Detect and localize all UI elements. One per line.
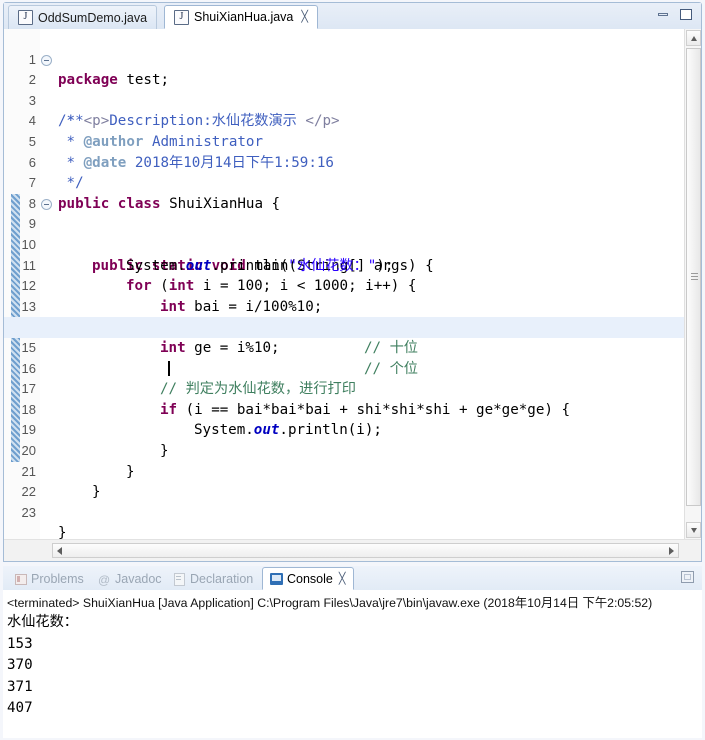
code-line[interactable]: 8 xyxy=(4,173,701,211)
code-lines[interactable]: 1 package test; 2 /** 3 * <p>Description… xyxy=(4,29,701,539)
console-panel: Problems @ Javadoc Declaration Console ╳… xyxy=(3,566,702,738)
code-line[interactable]: 6 */ xyxy=(4,132,701,192)
editor-tab-label: OddSumDemo.java xyxy=(38,10,148,25)
scroll-grip-icon xyxy=(691,273,698,281)
tab-label: Javadoc xyxy=(115,571,162,586)
javadoc-at-icon: @ xyxy=(98,572,111,587)
code-line[interactable]: 5 * @date 2018年10月14日下午1:59:16 xyxy=(4,111,701,171)
code-line[interactable]: 20 } xyxy=(4,420,701,480)
fold-collapse-icon[interactable] xyxy=(41,54,52,66)
tab-declaration[interactable]: Declaration xyxy=(166,567,260,590)
tab-javadoc[interactable]: @ Javadoc xyxy=(91,567,169,590)
editor-window: J OddSumDemo.java J ShuiXianHua.java ╳ 1 xyxy=(3,2,702,562)
java-file-icon: J xyxy=(174,9,189,25)
code-line[interactable]: 22 xyxy=(4,462,701,499)
editor-tab-shuixianhua[interactable]: J ShuiXianHua.java ╳ xyxy=(164,5,318,29)
editor-horizontal-scrollbar[interactable] xyxy=(4,539,701,561)
token-plain: } xyxy=(58,525,67,539)
code-line[interactable]: 16 // 判定为水仙花数，进行打印 xyxy=(4,338,701,398)
fold-collapse-icon[interactable] xyxy=(41,198,52,210)
horizontal-scroll-thumb[interactable] xyxy=(52,543,679,558)
code-line[interactable]: 4 * @author Administrator xyxy=(4,91,701,150)
code-line[interactable]: 21 } xyxy=(4,441,701,501)
line-text: } xyxy=(58,523,67,539)
code-line[interactable]: 2 /** xyxy=(4,50,701,129)
editor-tab-label: ShuiXianHua.java xyxy=(194,10,294,24)
close-icon[interactable]: ╳ xyxy=(301,11,308,23)
console-output-line: 水仙花数： xyxy=(7,614,78,630)
problems-icon xyxy=(14,573,27,585)
tab-label: Console xyxy=(287,571,333,586)
window-controls xyxy=(655,7,695,22)
close-icon[interactable]: ╳ xyxy=(339,572,346,585)
java-file-icon: J xyxy=(18,10,33,25)
code-line[interactable]: 14 int ge = i%10; // 个位 xyxy=(4,297,701,376)
code-line[interactable]: 10 System.out.println("水仙花数："); xyxy=(4,214,701,274)
code-line[interactable]: 18 System.out.println(i); xyxy=(4,379,701,439)
tab-label: Declaration xyxy=(190,571,254,586)
minimize-button[interactable] xyxy=(655,7,672,22)
code-line[interactable]: 23 } xyxy=(4,482,701,539)
console-tab-bar: Problems @ Javadoc Declaration Console ╳ xyxy=(3,566,702,591)
code-line[interactable]: 19 } xyxy=(4,400,701,459)
console-output-line: 407 xyxy=(7,700,33,716)
code-line[interactable]: 13 int shi = i/10%10; // 十位 xyxy=(4,276,701,356)
editor-tab-oddsumdemo[interactable]: J OddSumDemo.java xyxy=(8,5,158,29)
code-line[interactable]: 3 * <p>Description:水仙花数演示 </p> xyxy=(4,70,701,130)
code-line[interactable]: 7 public class ShuiXianHua { xyxy=(4,153,701,212)
scroll-up-button[interactable] xyxy=(686,30,701,46)
code-line[interactable]: 9 public static void main(String[] args)… xyxy=(4,194,701,274)
code-line-current[interactable]: 15 xyxy=(4,317,701,376)
console-output-line: 153 xyxy=(7,635,33,652)
scroll-down-button[interactable] xyxy=(686,522,701,538)
console-output-line: 371 xyxy=(7,678,33,695)
code-area[interactable]: 1 package test; 2 /** 3 * <p>Description… xyxy=(4,29,701,561)
code-line[interactable]: 1 package test; xyxy=(4,29,701,89)
scroll-left-icon[interactable] xyxy=(57,546,62,555)
scroll-right-icon[interactable] xyxy=(669,546,674,555)
code-line[interactable]: 17 if (i == bai*bai*bai + shi*shi*shi + … xyxy=(4,359,701,418)
editor-tab-bar: J OddSumDemo.java J ShuiXianHua.java ╳ xyxy=(4,3,701,30)
vertical-scroll-thumb[interactable] xyxy=(686,48,701,506)
maximize-button[interactable] xyxy=(678,7,695,22)
editor-vertical-scrollbar[interactable] xyxy=(684,29,701,539)
console-output-area[interactable]: <terminated> ShuiXianHua [Java Applicati… xyxy=(3,590,702,738)
tab-problems[interactable]: Problems xyxy=(7,567,91,590)
tab-console[interactable]: Console ╳ xyxy=(262,567,354,590)
console-output-line: 370 xyxy=(7,657,33,673)
minimize-console-button[interactable] xyxy=(681,571,694,583)
console-terminated-line: <terminated> ShuiXianHua [Java Applicati… xyxy=(7,596,653,610)
code-line[interactable]: 11 for (int i = 100; i < 1000; i++) { xyxy=(4,235,701,295)
line-number: 23 xyxy=(21,504,36,520)
declaration-icon xyxy=(173,572,186,586)
eclipse-window: J OddSumDemo.java J ShuiXianHua.java ╳ 1 xyxy=(0,0,705,740)
code-line[interactable]: 12 int bai = i/100%10; // 百位 xyxy=(4,256,701,335)
console-icon xyxy=(270,572,283,585)
tab-label: Problems xyxy=(31,571,84,586)
